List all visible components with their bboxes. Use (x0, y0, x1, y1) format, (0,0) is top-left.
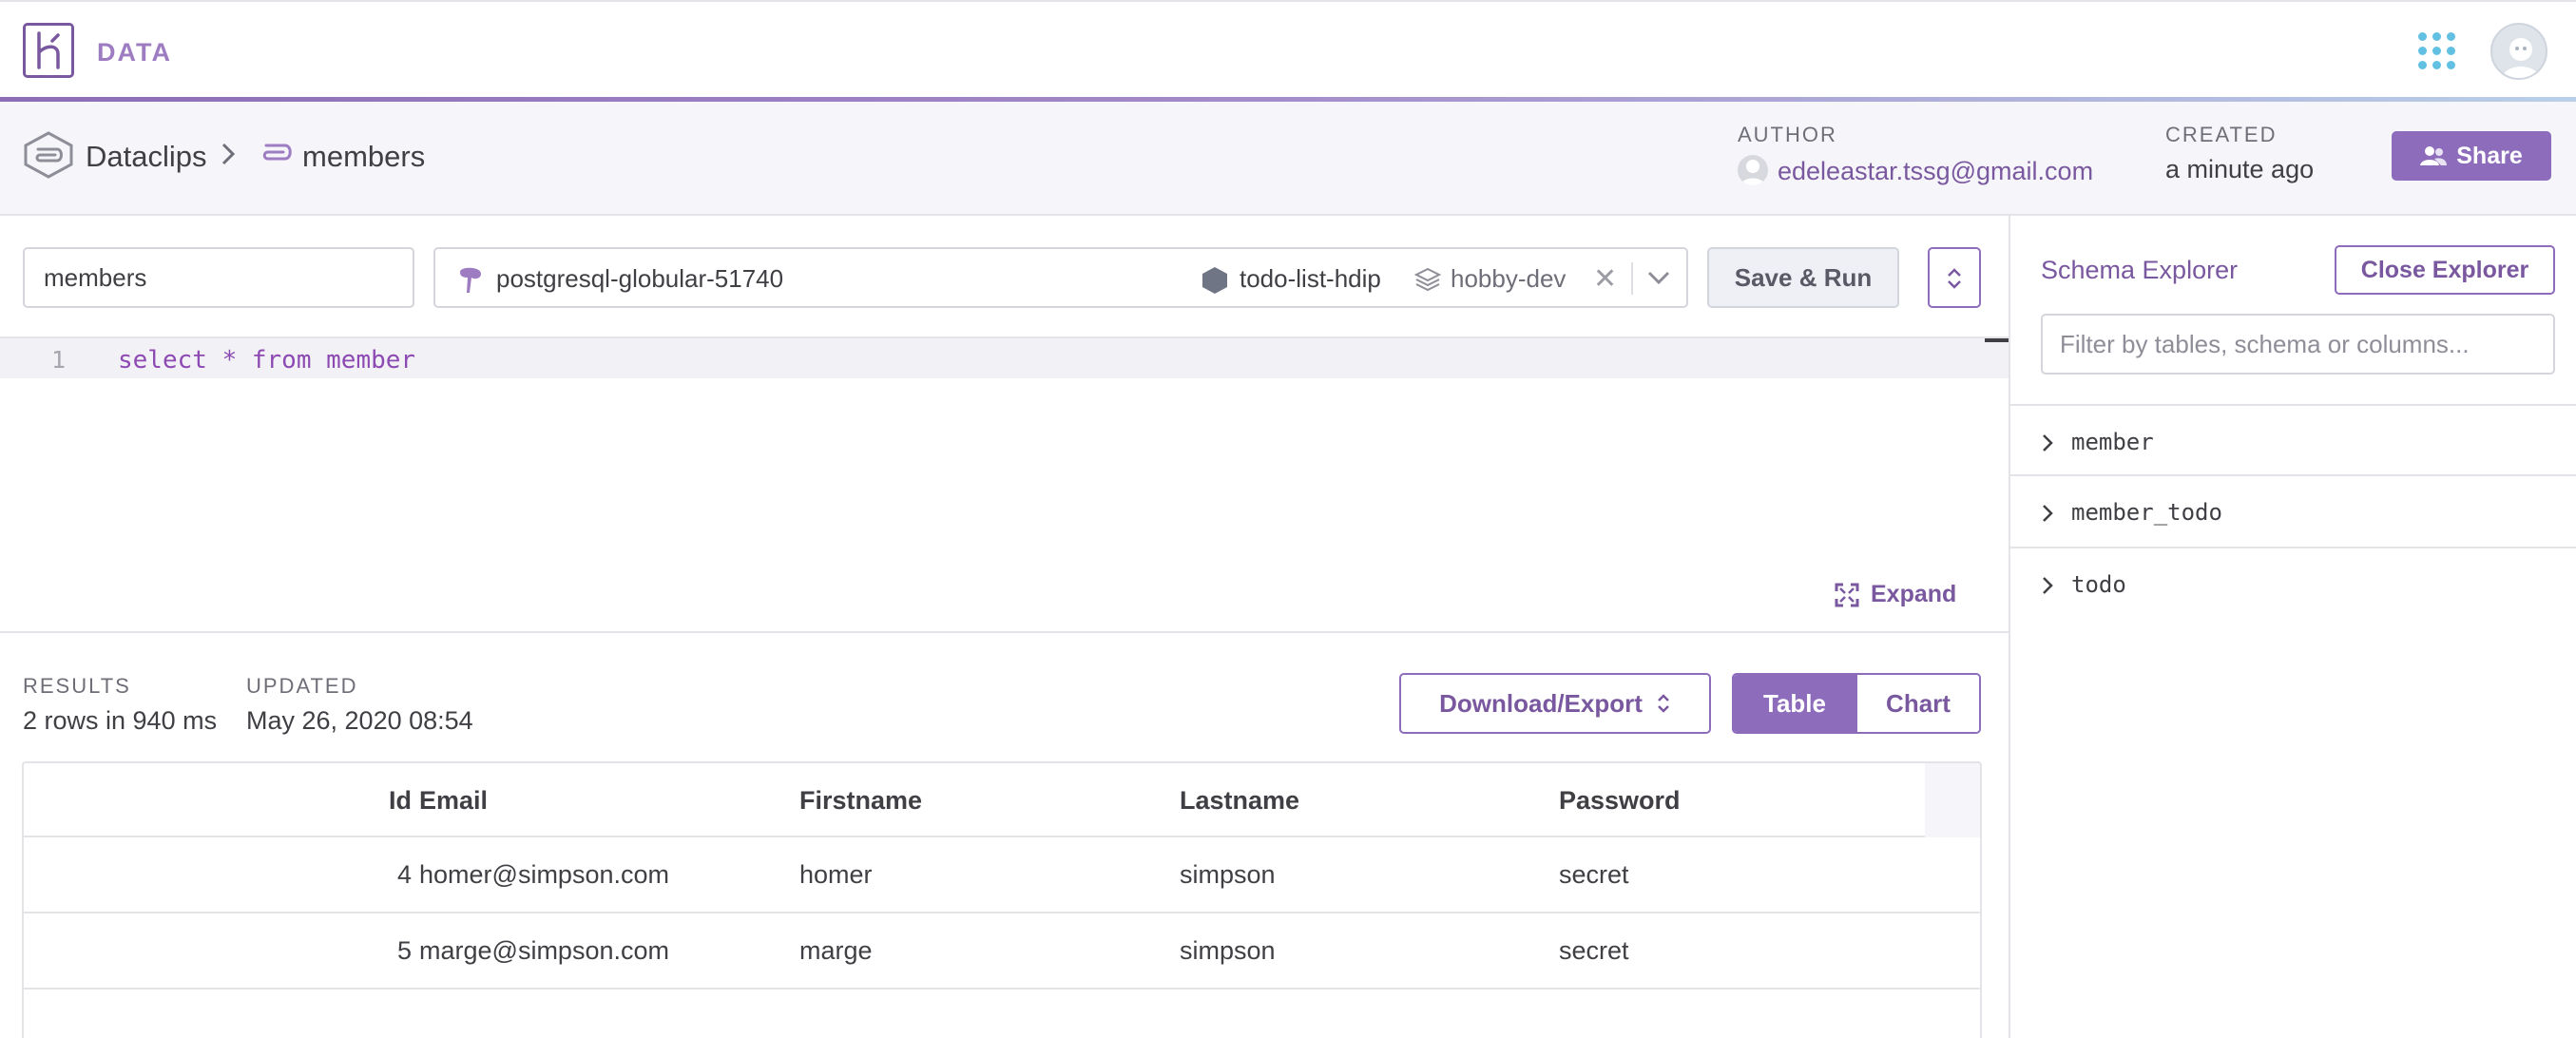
breadcrumb-dataclips[interactable]: Dataclips (86, 140, 207, 174)
heroku-logo-icon[interactable] (23, 23, 74, 78)
column-header-firstname[interactable]: Firstname (799, 786, 922, 816)
download-export-button[interactable]: Download/Export (1399, 673, 1711, 734)
select-divider (1631, 262, 1633, 295)
breadcrumb-current: members (302, 140, 426, 173)
author-avatar-icon (1738, 155, 1768, 185)
cell-id: 5 (396, 936, 412, 965)
chevron-right-icon (2043, 577, 2053, 594)
schema-table-member[interactable]: member (2010, 404, 2576, 476)
expand-label: Expand (1871, 581, 1957, 607)
active-code-line: 1 select * from member (0, 338, 2009, 378)
schema-table-name: member_todo (2071, 499, 2222, 526)
schema-table-name: todo (2071, 571, 2126, 598)
column-header-email[interactable]: Email (419, 786, 488, 816)
expand-icon (1835, 583, 1859, 606)
clip-icon (257, 138, 295, 173)
results-table: Id Email Firstname Lastname Password 4 h… (22, 761, 1982, 1038)
cell-lastname: simpson (1180, 860, 1276, 889)
cell-firstname: marge (799, 936, 873, 965)
tab-table[interactable]: Table (1734, 675, 1855, 732)
postgres-icon (456, 266, 485, 299)
table-header: Id Email Firstname Lastname Password (24, 763, 1980, 837)
schema-table-name: member (2071, 429, 2154, 455)
close-explorer-button[interactable]: Close Explorer (2335, 245, 2555, 295)
created-value: a minute ago (2165, 155, 2315, 183)
column-header-password[interactable]: Password (1559, 786, 1681, 816)
results-summary: 2 rows in 940 ms (23, 706, 218, 735)
chevron-right-icon (2043, 505, 2053, 522)
schema-table-member-todo[interactable]: member_todo (2010, 476, 2576, 548)
schema-explorer-title: Schema Explorer (2041, 256, 2239, 284)
dataclip-header: Dataclips members AUTHOR edeleastar.tssg… (0, 102, 2576, 216)
brand-label: DATA (97, 38, 172, 67)
save-and-run-button[interactable]: Save & Run (1707, 247, 1899, 308)
updated-value: May 26, 2020 08:54 (246, 706, 473, 735)
database-name: postgresql-globular-51740 (496, 264, 784, 293)
chevron-right-icon (2043, 434, 2053, 452)
author-label: AUTHOR (1738, 123, 1837, 146)
plan-stack-icon (1413, 267, 1442, 298)
plan-name: hobby-dev (1451, 264, 1567, 293)
expand-editor-button[interactable]: Expand (1835, 581, 1956, 608)
cell-password: secret (1559, 936, 1629, 965)
column-header-id[interactable]: Id (355, 786, 412, 816)
line-number: 1 (51, 346, 67, 374)
download-export-label: Download/Export (1439, 688, 1643, 718)
sql-editor[interactable]: 1 select * from member Expand (0, 336, 2009, 633)
header-scroll-gutter (1925, 763, 1980, 837)
schema-table-todo[interactable]: todo (2010, 548, 2576, 621)
top-header: DATA (0, 0, 2576, 99)
cell-firstname: homer (799, 860, 873, 889)
chevron-up-down-icon (1658, 694, 1669, 713)
clear-selection-icon[interactable]: ✕ (1593, 262, 1617, 296)
share-label: Share (2456, 142, 2523, 169)
users-icon (2420, 146, 2448, 165)
tab-chart[interactable]: Chart (1855, 675, 1979, 732)
dataclips-icon[interactable] (21, 130, 76, 184)
cell-id: 4 (396, 860, 412, 889)
created-label: CREATED (2165, 123, 2278, 146)
chevron-down-icon[interactable] (1646, 270, 1671, 290)
author-email[interactable]: edeleastar.tssg@gmail.com (1778, 157, 2093, 186)
table-row: 5 marge@simpson.com marge simpson secret (24, 913, 1980, 990)
updated-label: UPDATED (246, 674, 358, 698)
sql-code[interactable]: select * from member (118, 346, 415, 375)
table-row: 4 homer@simpson.com homer simpson secret (24, 837, 1980, 913)
editor-scrollbar[interactable] (1985, 338, 2009, 342)
chevron-right-icon (221, 142, 236, 171)
cell-email: marge@simpson.com (419, 936, 669, 965)
dataclip-name-input[interactable]: members (23, 247, 414, 308)
column-header-lastname[interactable]: Lastname (1180, 786, 1299, 816)
results-label: RESULTS (23, 674, 131, 698)
apps-grid-icon[interactable] (2418, 32, 2456, 70)
share-button[interactable]: Share (2392, 131, 2551, 181)
query-pane: members postgresql-globular-51740 todo-l… (0, 216, 2009, 1038)
cell-email: homer@simpson.com (419, 860, 669, 889)
app-name: todo-list-hdip (1240, 264, 1381, 293)
cell-lastname: simpson (1180, 936, 1276, 965)
schema-explorer: Schema Explorer Close Explorer Filter by… (2009, 216, 2576, 1038)
app-hexagon-icon (1201, 266, 1228, 299)
database-select[interactable]: postgresql-globular-51740 todo-list-hdip… (433, 247, 1688, 308)
cell-password: secret (1559, 860, 1629, 889)
chevron-up-down-icon (1948, 268, 1961, 289)
user-avatar[interactable] (2490, 23, 2547, 80)
schema-filter-input[interactable]: Filter by tables, schema or columns... (2041, 314, 2555, 375)
toggle-panel-button[interactable] (1928, 247, 1981, 308)
view-toggle: Table Chart (1732, 673, 1981, 734)
